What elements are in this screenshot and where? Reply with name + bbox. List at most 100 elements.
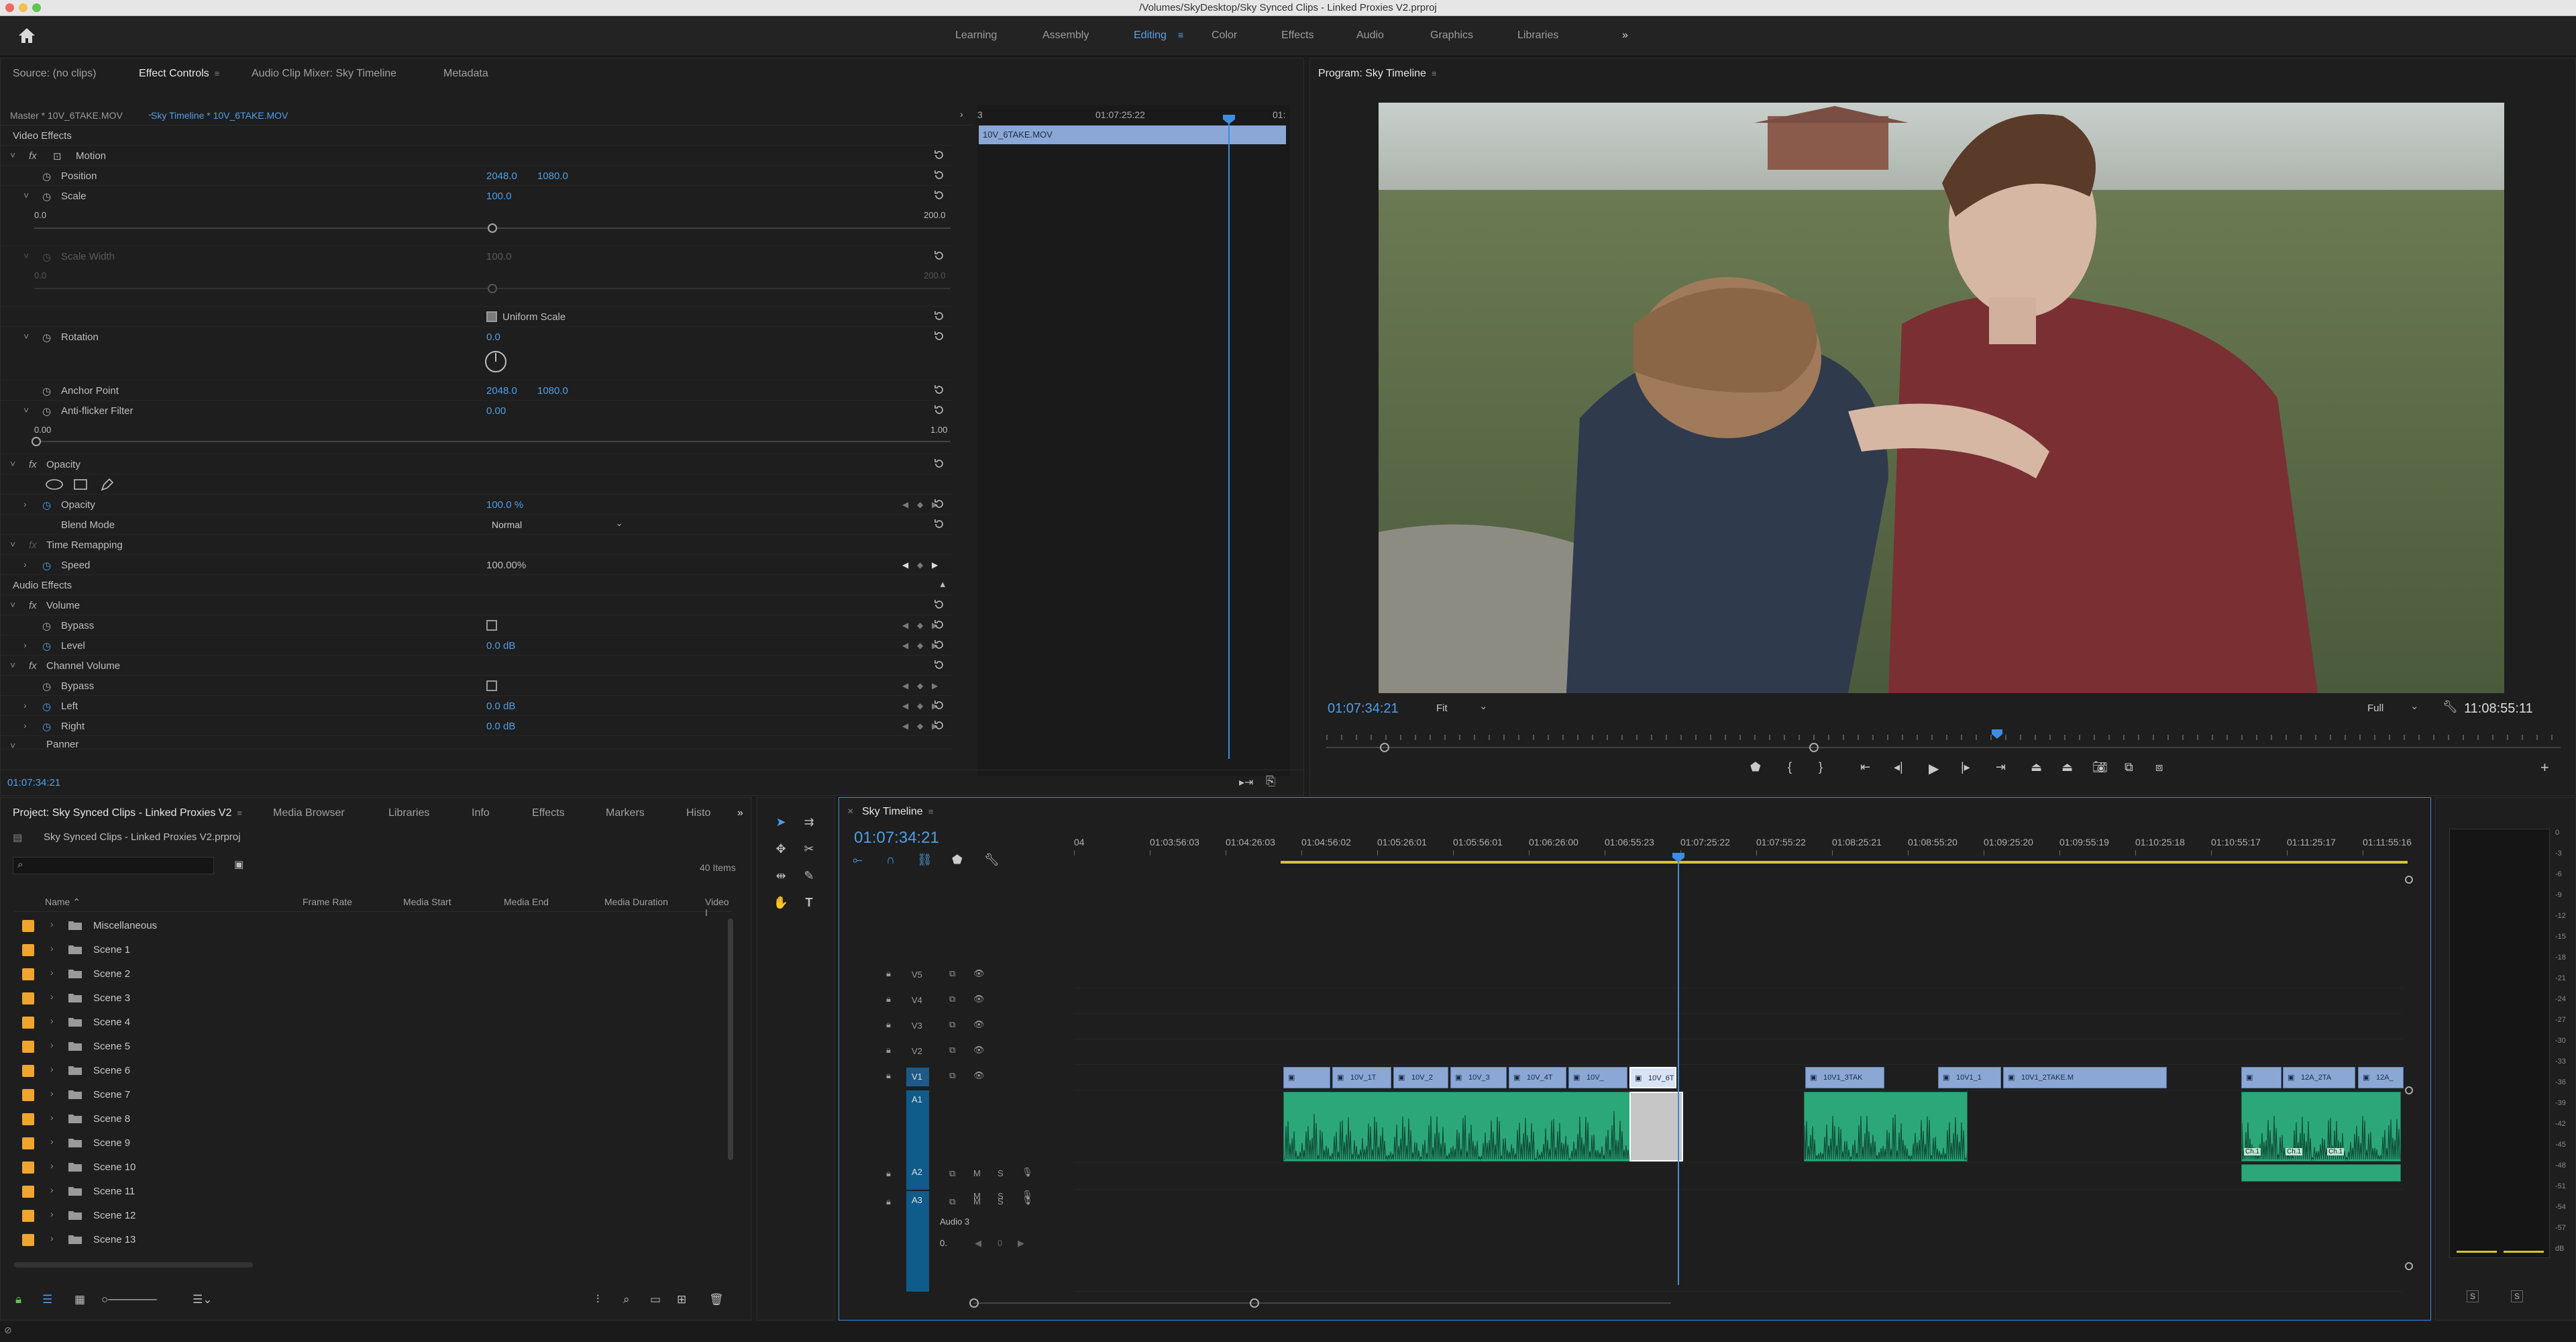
program-video-frame[interactable] bbox=[1379, 103, 2504, 693]
add-keyframe-icon[interactable]: ◆ bbox=[917, 560, 923, 570]
multicam-icon[interactable]: ⧈ bbox=[2155, 760, 2163, 774]
export-icon[interactable]: ⎘ bbox=[1266, 774, 1275, 788]
column-media-start[interactable]: Media Start bbox=[403, 896, 451, 907]
project-bin-row[interactable]: › Scene 10 bbox=[14, 1155, 732, 1179]
channel-right-value[interactable]: 0.0 dB bbox=[486, 721, 515, 732]
go-to-out-icon[interactable]: ⇥ bbox=[1996, 760, 2006, 774]
workspace-overflow-button[interactable]: » bbox=[1622, 30, 1628, 42]
audio-track-header[interactable]: A3 🔒︎ ⧉ M S 🎙︎ Audio 3 0. ◀ 0 ▶ bbox=[879, 1191, 1074, 1292]
chevron-down-icon[interactable]: ˅ bbox=[10, 150, 15, 160]
video-clip[interactable]: ▣ 10V1_3TAK bbox=[1805, 1067, 1884, 1088]
stopwatch-icon[interactable]: ◷ bbox=[42, 701, 51, 713]
workspace-menu-icon[interactable]: ≡ bbox=[1178, 30, 1183, 40]
step-back-icon[interactable]: ◂| bbox=[1894, 760, 1903, 774]
reset-icon[interactable] bbox=[933, 250, 945, 262]
project-bin-row[interactable]: › Scene 1 bbox=[14, 937, 732, 962]
sync-lock-icon[interactable]: ⧉ bbox=[949, 1070, 955, 1081]
prev-keyframe-icon[interactable]: ◀ bbox=[902, 641, 908, 650]
comparison-view-icon[interactable]: ⧉ bbox=[2125, 760, 2133, 774]
video-track-header[interactable]: 🔒︎ V3 ⧉ 👁︎ bbox=[879, 1014, 1074, 1039]
video-track-lane[interactable] bbox=[1074, 1014, 2402, 1039]
time-remapping-row[interactable]: ˅ fx Time Remapping bbox=[1, 535, 953, 555]
tab-program-monitor[interactable]: Program: Sky Timeline ≡ bbox=[1318, 68, 1437, 80]
anti-flicker-value[interactable]: 0.00 bbox=[486, 405, 506, 417]
audio-clip[interactable] bbox=[1283, 1092, 1631, 1162]
opacity-effect-row[interactable]: ˅ fx Opacity bbox=[1, 454, 953, 474]
project-bin-row[interactable]: › Scene 13 bbox=[14, 1227, 732, 1251]
video-clip[interactable]: ▣ 12A_2TA bbox=[2283, 1067, 2355, 1088]
reset-icon[interactable] bbox=[933, 639, 945, 651]
audio-track-lane[interactable] bbox=[1074, 1191, 2402, 1292]
chevron-right-icon[interactable]: › bbox=[50, 1184, 54, 1195]
reset-icon[interactable] bbox=[933, 599, 945, 611]
stopwatch-icon[interactable]: ◷ bbox=[42, 560, 51, 572]
label-color-swatch[interactable] bbox=[22, 944, 34, 956]
workspace-tab-editing[interactable]: Editing bbox=[1134, 30, 1167, 42]
mini-clip-bar[interactable]: 10V_6TAKE.MOV bbox=[979, 125, 1286, 144]
anchor-x-value[interactable]: 2048.0 bbox=[486, 385, 517, 397]
label-color-swatch[interactable] bbox=[22, 1113, 34, 1125]
home-icon[interactable] bbox=[17, 27, 36, 44]
stopwatch-icon[interactable]: ◷ bbox=[42, 620, 51, 632]
go-to-in-icon[interactable]: ⇤ bbox=[1860, 760, 1870, 774]
solo-button[interactable]: S bbox=[998, 1196, 1004, 1206]
video-track-lane[interactable] bbox=[1074, 1039, 2402, 1065]
selected-audio-clip[interactable] bbox=[1629, 1092, 1683, 1162]
tab-audio-clip-mixer[interactable]: Audio Clip Mixer: Sky Timeline bbox=[252, 68, 396, 80]
chevron-right-icon[interactable]: › bbox=[50, 991, 54, 1002]
track-lock-icon[interactable]: 🔒︎ bbox=[886, 968, 891, 979]
zoom-bar-track[interactable] bbox=[1326, 747, 2561, 748]
stopwatch-icon[interactable]: ◷ bbox=[42, 640, 51, 652]
prev-keyframe-icon[interactable]: ◀ bbox=[902, 621, 908, 630]
button-editor-plus-icon[interactable]: + bbox=[2540, 759, 2549, 776]
label-color-swatch[interactable] bbox=[22, 1234, 34, 1246]
label-color-swatch[interactable] bbox=[22, 920, 34, 932]
video-track-header[interactable]: 🔒︎ V4 ⧉ 👁︎ bbox=[879, 988, 1074, 1014]
find-icon[interactable]: ⌕ bbox=[623, 1293, 630, 1306]
add-keyframe-icon[interactable]: ◆ bbox=[917, 641, 923, 650]
reset-icon[interactable] bbox=[933, 330, 945, 342]
project-search-input[interactable]: ⌕ bbox=[13, 857, 214, 874]
fx-badge-icon[interactable]: fx bbox=[29, 459, 37, 470]
chevron-right-icon[interactable]: › bbox=[23, 499, 27, 509]
reset-icon[interactable] bbox=[933, 169, 945, 181]
tab-libraries[interactable]: Libraries bbox=[388, 807, 429, 819]
column-name[interactable]: Name ⌃ bbox=[45, 896, 80, 908]
chevron-right-icon[interactable]: › bbox=[50, 943, 54, 953]
eye-icon[interactable]: 👁︎ bbox=[973, 994, 985, 1004]
chevron-right-icon[interactable]: › bbox=[50, 1112, 54, 1123]
label-color-swatch[interactable] bbox=[22, 1137, 34, 1149]
slip-tool-icon[interactable]: ⇹ bbox=[771, 869, 791, 889]
panel-menu-icon[interactable]: ≡ bbox=[237, 808, 242, 818]
reset-icon[interactable] bbox=[933, 384, 945, 396]
sync-lock-icon[interactable]: ⧉ bbox=[949, 968, 955, 979]
video-clip[interactable]: ▣ 10V_4T bbox=[1509, 1067, 1566, 1088]
video-track-header[interactable]: 🔒︎ V1 ⧉ 👁︎ bbox=[879, 1065, 1074, 1090]
position-x-value[interactable]: 2048.0 bbox=[486, 170, 517, 182]
zoom-slider-icon[interactable]: ○────── bbox=[101, 1293, 157, 1306]
column-frame-rate[interactable]: Frame Rate bbox=[303, 896, 352, 907]
mini-playhead-handle[interactable] bbox=[1223, 115, 1235, 124]
filter-clip-icon[interactable]: ▸⇥ bbox=[1239, 776, 1253, 789]
workspace-tab-color[interactable]: Color bbox=[1212, 30, 1237, 42]
project-bin-row[interactable]: › Scene 4 bbox=[14, 1010, 732, 1034]
chevron-right-icon[interactable]: › bbox=[50, 1039, 54, 1050]
stopwatch-icon[interactable]: ◷ bbox=[42, 191, 51, 203]
extract-icon[interactable]: ⏏ bbox=[2061, 760, 2073, 774]
eye-icon[interactable]: 👁︎ bbox=[973, 968, 985, 979]
status-icon[interactable]: ⊘ bbox=[4, 1325, 12, 1336]
audio-track-header[interactable]: A1 bbox=[879, 1090, 1074, 1163]
tab-media-browser[interactable]: Media Browser bbox=[273, 807, 345, 819]
solo-button[interactable]: S bbox=[998, 1168, 1004, 1178]
reset-icon[interactable] bbox=[933, 404, 945, 416]
sort-icons-icon[interactable]: ☰⌄ bbox=[193, 1293, 212, 1306]
hand-tool-icon[interactable]: ✋ bbox=[771, 896, 791, 916]
prev-keyframe-icon[interactable]: ◀ bbox=[902, 500, 908, 509]
label-color-swatch[interactable] bbox=[22, 992, 34, 1004]
prev-keyframe-icon[interactable]: ◀ bbox=[902, 560, 908, 570]
project-horizontal-scrollbar[interactable] bbox=[14, 1262, 253, 1268]
opacity-value[interactable]: 100.0 % bbox=[486, 499, 523, 511]
list-view-icon[interactable]: ☰ bbox=[42, 1293, 52, 1306]
type-tool-icon[interactable]: T bbox=[799, 896, 819, 916]
uniform-scale-checkbox[interactable] bbox=[486, 311, 497, 322]
